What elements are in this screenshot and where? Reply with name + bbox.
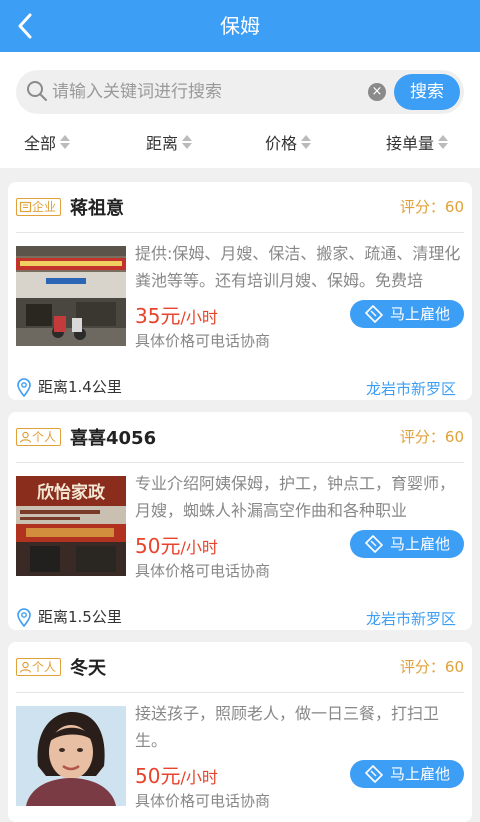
- sort-arrows-icon: [301, 135, 312, 149]
- distance: 距离1.4公里: [16, 376, 122, 397]
- price: 35元/小时: [135, 304, 218, 328]
- rating: 评分：60: [399, 658, 464, 676]
- provider-type-badge: 个人: [16, 658, 62, 676]
- price-note: 具体价格可电话协商: [135, 562, 271, 580]
- company-icon: [19, 201, 32, 213]
- search-panel: × 搜索 全部 距离 价格 接单量: [0, 52, 480, 168]
- storefront-photo: [16, 246, 126, 346]
- service-description: 专业介绍阿姨保姆，护工，钟点工，育婴师，月嫂，蜘蛛人补漏高空作曲和各种职业: [135, 474, 456, 520]
- filter-price[interactable]: 价格: [265, 124, 312, 160]
- badge-label: 个人: [32, 430, 57, 444]
- storefront-photo: 欣怡家政: [16, 476, 126, 576]
- divider: [16, 462, 464, 463]
- search-icon: [27, 81, 47, 101]
- search-box: × 搜索: [16, 70, 464, 114]
- filter-label: 全部: [24, 134, 57, 153]
- provider-type-badge: 个人: [16, 428, 62, 446]
- service-description: 提供:保姆、月嫂、保洁、搬家、疏通、清理化粪池等等。还有培训月嫂、保姆。免费培: [135, 244, 461, 290]
- divider: [16, 692, 464, 693]
- top-bar: 保姆: [0, 0, 480, 52]
- service-description: 接送孩子，照顾老人，做一日三餐，打扫卫生。: [135, 704, 440, 750]
- price-note: 具体价格可电话协商: [135, 792, 271, 810]
- filter-label: 价格: [265, 134, 298, 153]
- filter-bar: 全部 距离 价格 接单量: [0, 124, 480, 160]
- provider-name: 蒋祖意: [70, 198, 124, 219]
- storefront-sign: 欣怡家政: [37, 482, 106, 503]
- price: 50元/小时: [135, 764, 218, 788]
- provider-type-badge: 企业: [16, 198, 62, 216]
- sort-arrows-icon: [438, 135, 449, 149]
- rating: 评分：60: [399, 198, 464, 216]
- clear-icon[interactable]: ×: [368, 83, 386, 101]
- provider-name: 喜喜4056: [70, 428, 157, 449]
- filter-all[interactable]: 全部: [24, 124, 71, 160]
- location-pin-icon: [17, 377, 31, 397]
- filter-distance[interactable]: 距离: [146, 124, 193, 160]
- person-icon: [19, 661, 32, 673]
- provider-card[interactable]: 企业 蒋祖意 评分：60 提供:保姆、月嫂、保洁、搬家、疏通、清理化粪池等等。还…: [8, 182, 472, 400]
- hire-button[interactable]: 马上雇他: [350, 530, 464, 558]
- provider-photo: [16, 246, 126, 346]
- area-link[interactable]: 龙岩市新罗区: [366, 378, 456, 399]
- filter-label: 接单量: [386, 134, 435, 153]
- portrait-photo: [16, 706, 126, 806]
- badge-label: 企业: [32, 200, 57, 214]
- rating: 评分：60: [399, 428, 464, 446]
- hire-button[interactable]: 马上雇他: [350, 300, 464, 328]
- ticket-icon: [365, 305, 383, 323]
- provider-photo: 欣怡家政: [16, 476, 126, 576]
- person-icon: [19, 431, 32, 443]
- provider-card[interactable]: 个人 冬天 评分：60 接送孩子，照顾老人，做一日三餐，打扫卫生。 50元/小时…: [8, 642, 472, 822]
- search-button[interactable]: 搜索: [394, 74, 460, 110]
- price: 50元/小时: [135, 534, 218, 558]
- page-title: 保姆: [220, 14, 260, 38]
- divider: [16, 232, 464, 233]
- area-link[interactable]: 龙岩市新罗区: [366, 608, 456, 629]
- location-pin-icon: [17, 607, 31, 627]
- distance: 距离1.5公里: [16, 606, 122, 627]
- provider-card[interactable]: 个人 喜喜4056 评分：60 欣怡家政 专业介绍阿姨保姆，护工，钟点工，育婴师…: [8, 412, 472, 630]
- sort-arrows-icon: [182, 135, 193, 149]
- hire-button[interactable]: 马上雇他: [350, 760, 464, 788]
- badge-label: 个人: [32, 660, 57, 674]
- provider-name: 冬天: [70, 658, 106, 679]
- search-input[interactable]: [52, 76, 372, 108]
- filter-order-count[interactable]: 接单量: [386, 124, 449, 160]
- provider-photo: [16, 706, 126, 806]
- filter-label: 距离: [146, 134, 179, 153]
- ticket-icon: [365, 765, 383, 783]
- sort-arrows-icon: [60, 135, 71, 149]
- ticket-icon: [365, 535, 383, 553]
- price-note: 具体价格可电话协商: [135, 332, 271, 350]
